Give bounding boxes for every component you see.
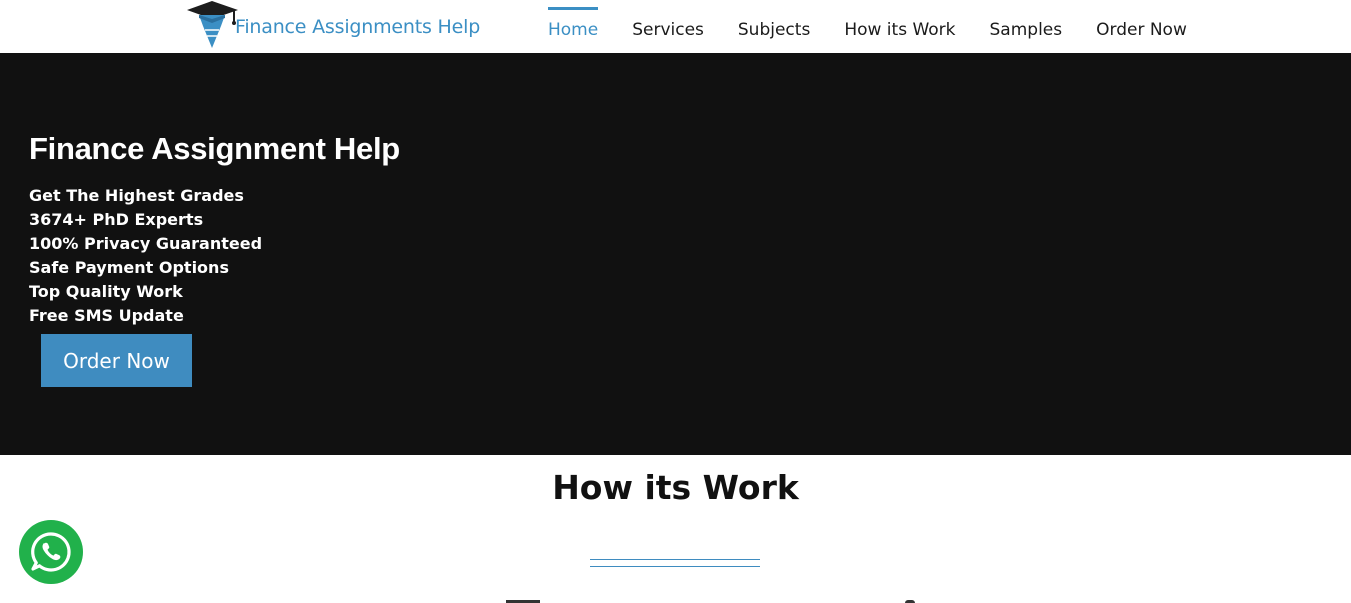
order-now-button[interactable]: Order Now bbox=[41, 334, 192, 387]
feature-item: 3674+ PhD Experts bbox=[29, 210, 204, 229]
whatsapp-chat-button[interactable] bbox=[19, 520, 83, 584]
graduation-cap-shield-icon bbox=[187, 1, 238, 48]
feature-list: Get The Highest Grades 3674+ PhD Experts… bbox=[29, 184, 262, 328]
nav-samples[interactable]: Samples bbox=[990, 0, 1063, 53]
feature-item: Safe Payment Options bbox=[29, 258, 229, 277]
logo-text: Finance Assignments Help bbox=[235, 16, 481, 38]
site-header: Finance Assignments Help Home Services S… bbox=[0, 0, 1351, 53]
nav-order-now[interactable]: Order Now bbox=[1096, 0, 1187, 53]
nav-services[interactable]: Services bbox=[632, 0, 704, 53]
nav-how-its-work[interactable]: How its Work bbox=[844, 0, 955, 53]
feature-item: 100% Privacy Guaranteed bbox=[29, 234, 263, 253]
site-logo[interactable]: Finance Assignments Help bbox=[185, 0, 480, 50]
whatsapp-icon bbox=[31, 532, 71, 572]
how-its-work-heading: How its Work bbox=[552, 468, 799, 507]
feature-item: Get The Highest Grades bbox=[29, 186, 244, 205]
hero-title: Finance Assignment Help bbox=[29, 131, 400, 166]
nav-home[interactable]: Home bbox=[548, 0, 599, 53]
feature-item: Top Quality Work bbox=[29, 282, 183, 301]
hero-banner: Finance Assignment Help Get The Highest … bbox=[0, 53, 1351, 455]
section-divider bbox=[590, 559, 760, 567]
feature-item: Free SMS Update bbox=[29, 306, 184, 325]
nav-subjects[interactable]: Subjects bbox=[738, 0, 810, 53]
main-nav: Home Services Subjects How its Work Samp… bbox=[548, 0, 1221, 53]
